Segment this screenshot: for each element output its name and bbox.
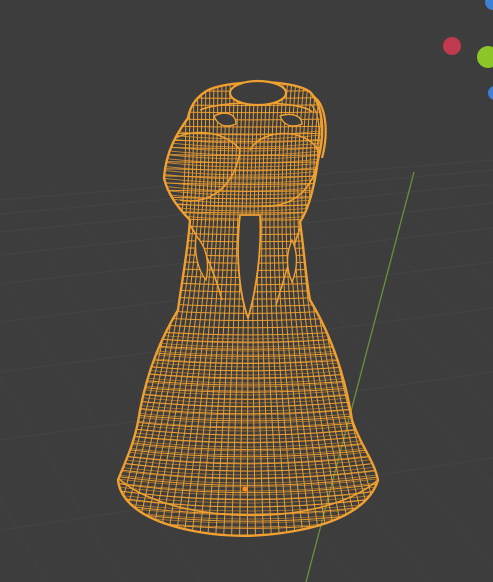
- mesh-edge: [118, 375, 378, 386]
- mesh-neck-opening: [228, 79, 288, 107]
- mesh-edge: [118, 123, 378, 128]
- mesh-gap: [194, 234, 209, 282]
- mesh-edge: [118, 473, 378, 486]
- grid-line: [0, 496, 47, 582]
- mesh-edge: [118, 116, 378, 121]
- mesh-edge: [118, 319, 378, 329]
- gizmo-y-axis-icon[interactable]: [477, 46, 493, 68]
- mesh-gap: [279, 113, 303, 127]
- mesh-edge: [118, 158, 378, 164]
- viewport-canvas[interactable]: [0, 0, 493, 582]
- object-origin-dot[interactable]: [242, 486, 248, 492]
- grid-line: [379, 184, 493, 289]
- mesh-edge: [118, 130, 378, 135]
- dress-wireframe-mesh[interactable]: [100, 78, 400, 550]
- mesh-gap: [286, 238, 298, 284]
- grid-line: [0, 191, 278, 582]
- 3d-viewport[interactable]: [0, 0, 493, 582]
- grid-line: [434, 184, 493, 236]
- grid-line: [0, 375, 124, 582]
- grid-line: [0, 307, 493, 373]
- mesh-edge: [118, 515, 378, 529]
- gizmo-negative-x-axis-icon[interactable]: [443, 37, 461, 55]
- grid-line: [0, 371, 493, 441]
- mesh-edge: [118, 137, 378, 142]
- mesh-edge: [118, 522, 378, 536]
